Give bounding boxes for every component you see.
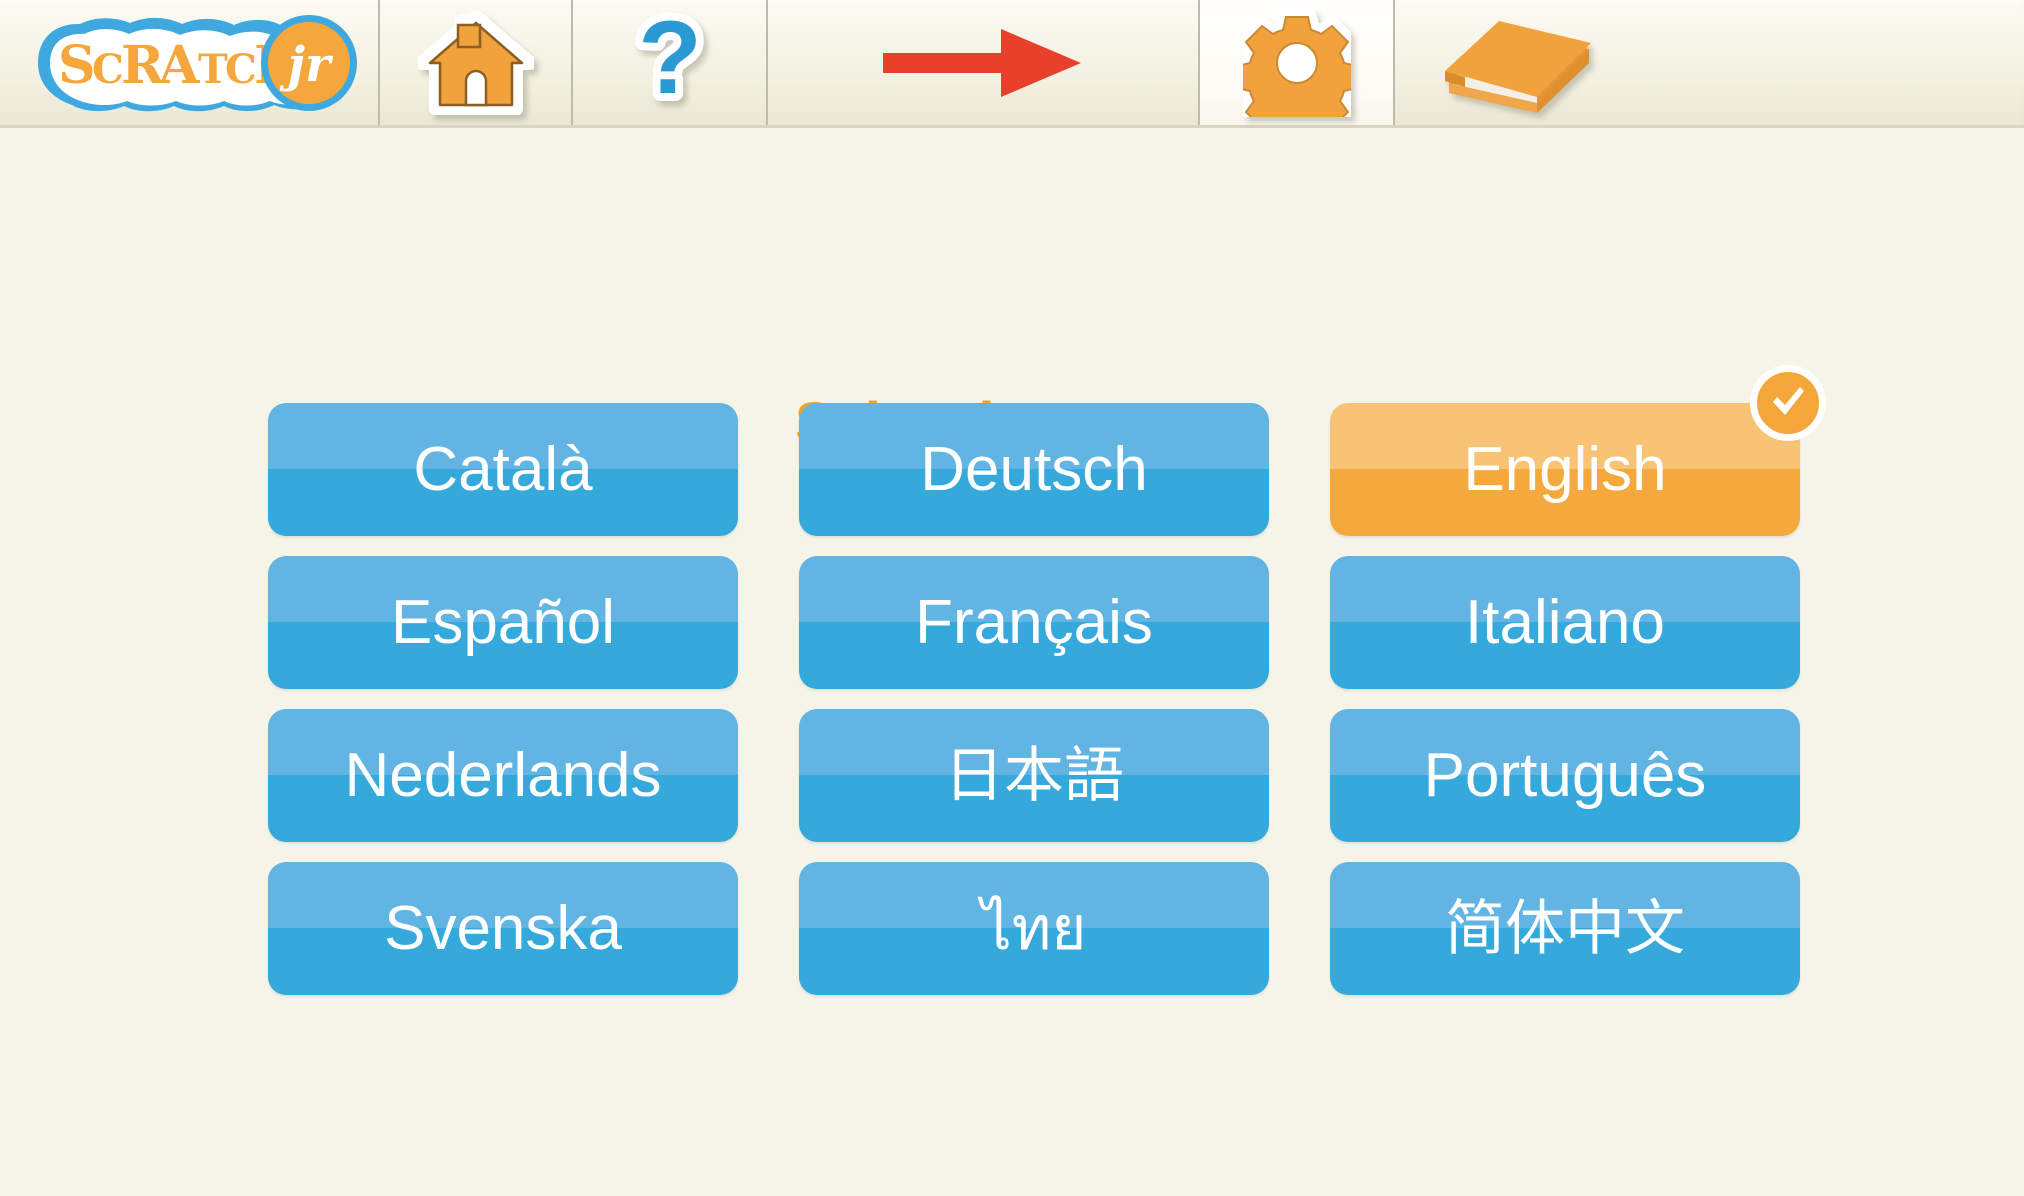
- language-grid: Català Deutsch English Español Français Itali…: [268, 365, 1826, 1015]
- language-button-label: Français: [915, 588, 1153, 657]
- scratchjr-app-window: S C R A T C H jr: [0, 0, 2024, 1196]
- language-button-label: ไทย: [981, 895, 1087, 962]
- scratchjr-logo-icon: S C R A T C H jr: [38, 14, 357, 111]
- language-button-ca[interactable]: Català: [268, 403, 738, 536]
- language-button-label: Svenska: [384, 894, 622, 963]
- language-button-label: Italiano: [1465, 588, 1665, 657]
- right-arrow-icon: [883, 28, 1081, 97]
- forward-arrow-button[interactable]: [768, 0, 1200, 125]
- svg-text:C: C: [92, 46, 123, 93]
- check-icon: [1773, 387, 1804, 415]
- language-button-label: Deutsch: [920, 435, 1148, 504]
- language-button-label: Nederlands: [344, 741, 662, 810]
- language-button-label: 简体中文: [1445, 895, 1685, 962]
- home-button[interactable]: [380, 0, 573, 125]
- scratchjr-logo: S C R A T C H jr: [16, 11, 361, 115]
- home-icon: [417, 10, 534, 115]
- language-button-label: English: [1463, 435, 1667, 504]
- language-button-fr[interactable]: Français: [799, 556, 1269, 689]
- language-button-th[interactable]: ไทย: [799, 862, 1269, 995]
- help-button[interactable]: ? ?: [573, 0, 768, 125]
- language-button-label: Català: [413, 435, 593, 504]
- language-button-ja[interactable]: 日本語: [799, 709, 1269, 842]
- svg-text:?: ?: [638, 11, 702, 115]
- language-button-de[interactable]: Deutsch: [799, 403, 1269, 536]
- settings-language-panel: Select language CatalàDeutschEnglishEspa…: [0, 128, 2024, 1196]
- logo-jr-text: jr: [280, 37, 334, 93]
- language-button-en[interactable]: English: [1330, 365, 1826, 536]
- language-button-label: 日本語: [944, 742, 1124, 809]
- book-button[interactable]: [1395, 0, 2020, 125]
- language-button-sv[interactable]: Svenska: [268, 862, 738, 995]
- language-button-label: Português: [1423, 741, 1707, 810]
- svg-text:T: T: [198, 46, 228, 93]
- language-button-it[interactable]: Italiano: [1330, 556, 1800, 689]
- book-icon: [1445, 20, 1591, 113]
- svg-text:A: A: [158, 35, 200, 96]
- settings-button[interactable]: [1200, 0, 1395, 125]
- scratchjr-logo-cell[interactable]: S C R A T C H jr: [0, 0, 380, 125]
- gear-icon: [1242, 8, 1351, 117]
- language-button-zh-CN[interactable]: 简体中文: [1330, 862, 1800, 995]
- selected-check-badge: [1750, 365, 1826, 441]
- language-button-nl[interactable]: Nederlands: [268, 709, 738, 842]
- svg-text:S: S: [58, 35, 95, 96]
- question-mark-icon: ? ?: [630, 11, 710, 115]
- top-toolbar: S C R A T C H jr: [0, 0, 2024, 128]
- language-button-es[interactable]: Español: [268, 556, 738, 689]
- svg-text:C: C: [225, 46, 256, 93]
- language-button-pt[interactable]: Português: [1330, 709, 1800, 842]
- language-button-label: Español: [390, 588, 616, 657]
